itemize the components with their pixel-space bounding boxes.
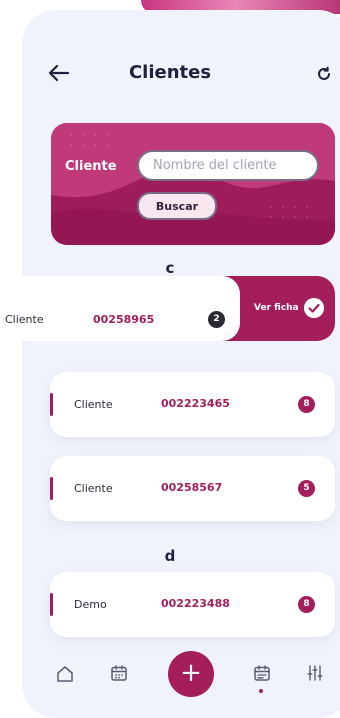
row-accent-bar bbox=[50, 393, 53, 416]
page-title: Clientes bbox=[128, 62, 212, 83]
calendar-icon[interactable] bbox=[110, 664, 128, 682]
client-name-input[interactable] bbox=[137, 150, 319, 181]
search-label: Cliente bbox=[65, 159, 117, 174]
client-row[interactable]: Cliente 002223465 8 bbox=[50, 372, 335, 437]
search-card: Cliente Buscar bbox=[51, 123, 335, 245]
add-button[interactable]: + bbox=[168, 651, 214, 697]
swiped-client-row[interactable] bbox=[0, 276, 240, 341]
sliders-icon[interactable] bbox=[306, 664, 324, 682]
bottom-nav: + bbox=[22, 640, 340, 700]
section-letter-d: d bbox=[164, 547, 176, 565]
search-button[interactable]: Buscar bbox=[137, 192, 217, 220]
client-row[interactable]: Demo 002223488 8 bbox=[50, 572, 335, 637]
calendar-check-icon[interactable] bbox=[253, 664, 271, 682]
client-row[interactable]: Cliente 00258567 5 bbox=[50, 456, 335, 521]
row-accent-bar bbox=[50, 477, 53, 500]
count-badge: 2 bbox=[208, 311, 225, 328]
app-stage: Clientes Cliente Buscar c bbox=[0, 0, 340, 718]
count-badge: 8 bbox=[298, 596, 315, 613]
client-code: 002223488 bbox=[161, 597, 230, 610]
count-badge: 8 bbox=[298, 396, 315, 413]
count-badge: 5 bbox=[298, 480, 315, 497]
client-code: 002223465 bbox=[161, 397, 230, 410]
active-indicator-dot bbox=[259, 689, 263, 693]
check-circle-icon bbox=[304, 298, 324, 318]
client-label: Demo bbox=[74, 598, 107, 611]
phone-screen: Clientes Cliente Buscar c bbox=[22, 10, 340, 718]
view-file-label: Ver ficha bbox=[254, 303, 299, 313]
section-letter-c: c bbox=[165, 259, 175, 277]
client-label: Cliente bbox=[74, 398, 113, 411]
client-label: Cliente bbox=[74, 482, 113, 495]
home-icon[interactable] bbox=[56, 665, 74, 683]
client-label: Cliente bbox=[5, 313, 44, 326]
refresh-icon[interactable] bbox=[316, 66, 332, 82]
client-code: 00258965 bbox=[93, 313, 155, 326]
search-card-wave-decoration bbox=[51, 123, 335, 245]
client-code: 00258567 bbox=[161, 481, 223, 494]
row-accent-bar bbox=[50, 593, 53, 616]
